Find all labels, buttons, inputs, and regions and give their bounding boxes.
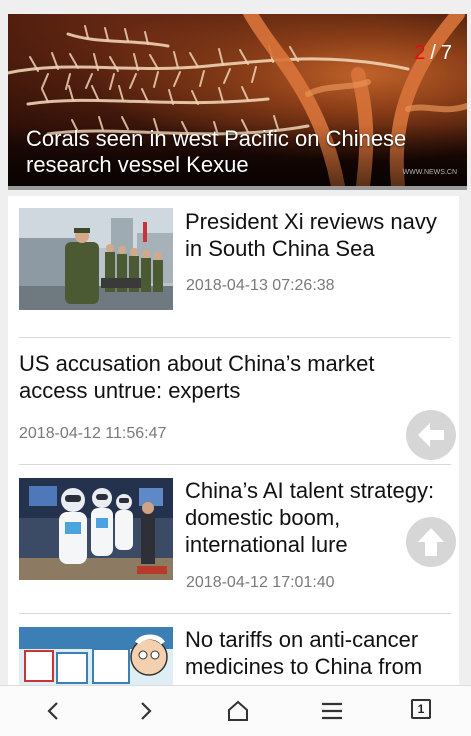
news-list[interactable]: President Xi reviews navy in South China… xyxy=(8,196,459,685)
news-thumbnail-medicine[interactable] xyxy=(19,627,173,685)
chevron-left-icon xyxy=(47,702,58,720)
hero-divider xyxy=(8,186,467,190)
hero-caption[interactable]: Corals seen in west Pacific on Chinese r… xyxy=(26,126,427,178)
news-item[interactable]: China’s AI talent strategy: domestic boo… xyxy=(19,465,451,614)
bottom-nav: 1 xyxy=(0,685,471,736)
news-time: 2018-04-12 17:01:40 xyxy=(186,574,335,591)
home-button[interactable] xyxy=(208,686,268,736)
hero-slideshow[interactable]: 2/7 Corals seen in west Pacific on Chine… xyxy=(8,14,467,186)
forward-button[interactable] xyxy=(115,686,175,736)
floating-top-button[interactable] xyxy=(406,517,456,567)
menu-icon xyxy=(322,702,342,720)
arrow-up-icon xyxy=(418,528,444,556)
home-icon xyxy=(228,700,248,721)
news-item[interactable]: President Xi reviews navy in South China… xyxy=(19,196,451,338)
news-title[interactable]: President Xi reviews navy in South China… xyxy=(185,208,455,262)
arrow-left-icon xyxy=(418,423,444,447)
back-button[interactable] xyxy=(24,686,84,736)
news-time: 2018-04-12 11:56:47 xyxy=(19,425,167,442)
menu-button[interactable] xyxy=(302,686,362,736)
slide-current: 2 xyxy=(414,42,427,64)
news-thumbnail-navy[interactable] xyxy=(19,208,173,310)
tabs-count: 1 xyxy=(411,699,431,719)
news-title[interactable]: US accusation about China’s market acces… xyxy=(19,350,419,404)
news-time: 2018-04-13 07:26:38 xyxy=(186,277,335,294)
news-thumbnail-robots[interactable] xyxy=(19,478,173,580)
floating-back-button[interactable] xyxy=(406,410,456,460)
hero-watermark: WWW.NEWS.CN xyxy=(402,169,457,176)
slide-separator: / xyxy=(430,42,437,64)
news-title[interactable]: No tariffs on anti-cancer medicines to C… xyxy=(185,626,457,680)
news-item[interactable]: No tariffs on anti-cancer medicines to C… xyxy=(19,614,451,685)
tabs-button[interactable]: 1 xyxy=(396,686,456,736)
slide-total: 7 xyxy=(440,42,453,64)
news-item[interactable]: US accusation about China’s market acces… xyxy=(19,338,451,465)
slide-counter: 2/7 xyxy=(414,42,453,65)
chevron-right-icon xyxy=(141,702,152,720)
